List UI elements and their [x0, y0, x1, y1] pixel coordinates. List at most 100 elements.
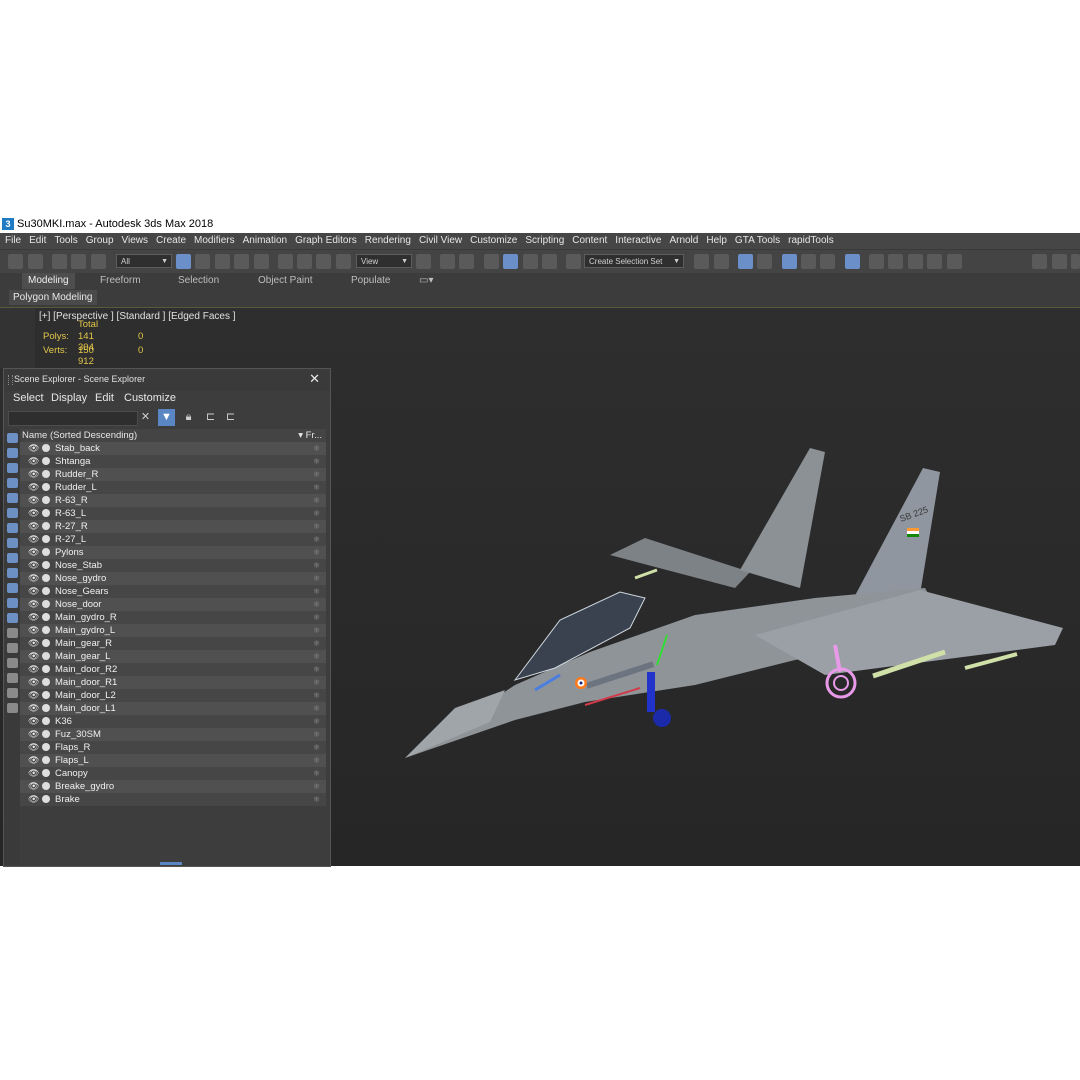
snowflake-icon[interactable]: ❄ — [313, 663, 320, 676]
list-item[interactable]: 👁︎ R-63_L ❄ — [20, 507, 326, 520]
snowflake-icon[interactable]: ❄ — [313, 598, 320, 611]
snowflake-icon[interactable]: ❄ — [313, 533, 320, 546]
list-item[interactable]: 👁︎ Rudder_R ❄ — [20, 468, 326, 481]
redo-icon[interactable] — [28, 254, 43, 269]
undo-icon[interactable] — [8, 254, 23, 269]
render-dot-icon[interactable] — [42, 782, 50, 790]
eye-icon[interactable]: 👁︎ — [28, 443, 39, 454]
list-item[interactable]: 👁︎ Shtanga ❄ — [20, 455, 326, 468]
rectangular-selection-icon[interactable] — [215, 254, 230, 269]
list-item[interactable]: 👁︎ Stab_back ❄ — [20, 442, 326, 455]
menu-gta-tools[interactable]: GTA Tools — [731, 233, 784, 249]
render-dot-icon[interactable] — [42, 587, 50, 595]
snowflake-icon[interactable]: ❄ — [313, 481, 320, 494]
menu-animation[interactable]: Animation — [239, 233, 291, 249]
render-production-icon[interactable] — [908, 254, 923, 269]
layers-icon[interactable]: ⊏ — [222, 409, 239, 426]
snowflake-icon[interactable]: ❄ — [313, 559, 320, 572]
list-item[interactable]: 👁︎ Nose_Stab ❄ — [20, 559, 326, 572]
snowflake-icon[interactable]: ❄ — [313, 546, 320, 559]
tab-object-paint[interactable]: Object Paint — [258, 273, 312, 289]
eye-icon[interactable]: 👁︎ — [28, 690, 39, 701]
list-item[interactable]: 👁︎ R-63_R ❄ — [20, 494, 326, 507]
display-containers-icon[interactable] — [7, 583, 18, 593]
render-dot-icon[interactable] — [42, 704, 50, 712]
named-selection-set-dropdown[interactable]: Create Selection Set ▼ — [584, 254, 684, 268]
list-item[interactable]: 👁︎ Fuz_30SM ❄ — [20, 728, 326, 741]
snowflake-icon[interactable]: ❄ — [313, 507, 320, 520]
snowflake-icon[interactable]: ❄ — [313, 689, 320, 702]
select-by-name-icon[interactable] — [195, 254, 210, 269]
column-frozen-header[interactable]: ▾ Fr... — [298, 430, 322, 441]
snowflake-icon[interactable]: ❄ — [313, 572, 320, 585]
angle-snap-icon[interactable] — [503, 254, 518, 269]
render-in-cloud-icon[interactable] — [947, 254, 962, 269]
scale-icon[interactable] — [316, 254, 331, 269]
sun-icon[interactable] — [1052, 254, 1067, 269]
list-item[interactable]: 👁︎ Nose_Gears ❄ — [20, 585, 326, 598]
render-dot-icon[interactable] — [42, 769, 50, 777]
snowflake-icon[interactable]: ❄ — [313, 728, 320, 741]
display-groups-icon[interactable] — [7, 538, 18, 548]
display-space-warps-icon[interactable] — [7, 523, 18, 533]
snowflake-icon[interactable]: ❄ — [313, 442, 320, 455]
lock-icon[interactable]: 🔒︎ — [180, 409, 197, 426]
menu-modifiers[interactable]: Modifiers — [190, 233, 239, 249]
snowflake-icon[interactable]: ❄ — [313, 637, 320, 650]
render-dot-icon[interactable] — [42, 483, 50, 491]
list-item[interactable]: 👁︎ K36 ❄ — [20, 715, 326, 728]
eye-icon[interactable]: 👁︎ — [28, 651, 39, 662]
menu-customize[interactable]: Customize — [466, 233, 521, 249]
place-icon[interactable] — [336, 254, 351, 269]
render-dot-icon[interactable] — [42, 561, 50, 569]
list-item[interactable]: 👁︎ Main_gydro_R ❄ — [20, 611, 326, 624]
nose-gear-wheel[interactable] — [653, 709, 671, 727]
menu-group[interactable]: Group — [82, 233, 118, 249]
align-icon[interactable] — [714, 254, 729, 269]
eye-icon[interactable]: 👁︎ — [28, 781, 39, 792]
eye-icon[interactable]: 👁︎ — [28, 755, 39, 766]
eye-icon[interactable]: 👁︎ — [28, 612, 39, 623]
render-dot-icon[interactable] — [42, 691, 50, 699]
display-xrefs-icon[interactable] — [7, 553, 18, 563]
overflow-icon[interactable] — [1071, 254, 1080, 269]
eye-icon[interactable]: 👁︎ — [28, 794, 39, 805]
menu-tools[interactable]: Tools — [50, 233, 81, 249]
tab-modeling[interactable]: Modeling — [22, 273, 75, 289]
eye-icon[interactable]: 👁︎ — [28, 508, 39, 519]
render-dot-icon[interactable] — [42, 743, 50, 751]
explorer-menu-select[interactable]: Select — [13, 392, 44, 404]
list-item[interactable]: 👁︎ Rudder_L ❄ — [20, 481, 326, 494]
missile-r73-right[interactable] — [964, 652, 1018, 670]
list-item[interactable]: 👁︎ Brake ❄ — [20, 793, 326, 806]
display-shapes-icon[interactable] — [7, 463, 18, 473]
eye-icon[interactable]: 👁︎ — [28, 742, 39, 753]
select-all-icon[interactable] — [7, 673, 18, 683]
render-dot-icon[interactable] — [42, 626, 50, 634]
eye-icon[interactable]: 👁︎ — [28, 469, 39, 480]
rotate-icon[interactable] — [297, 254, 312, 269]
keyboard-shortcut-override-icon[interactable] — [459, 254, 474, 269]
display-bones-icon[interactable] — [7, 568, 18, 578]
polygon-modeling-panel[interactable]: Polygon Modeling — [9, 290, 97, 305]
render-dot-icon[interactable] — [42, 795, 50, 803]
explorer-menu-customize[interactable]: Customize — [124, 392, 176, 404]
snowflake-icon[interactable]: ❄ — [313, 468, 320, 481]
list-item[interactable]: 👁︎ Canopy ❄ — [20, 767, 326, 780]
snowflake-icon[interactable]: ❄ — [313, 494, 320, 507]
display-influences-icon[interactable] — [7, 643, 18, 653]
render-dot-icon[interactable] — [42, 444, 50, 452]
list-item[interactable]: 👁︎ Breake_gydro ❄ — [20, 780, 326, 793]
list-item[interactable]: 👁︎ Flaps_R ❄ — [20, 741, 326, 754]
list-item[interactable]: 👁︎ Flaps_L ❄ — [20, 754, 326, 767]
eye-icon[interactable]: 👁︎ — [28, 482, 39, 493]
window-crossing-icon[interactable] — [234, 254, 249, 269]
snowflake-icon[interactable]: ❄ — [313, 455, 320, 468]
material-editor-icon[interactable] — [845, 254, 860, 269]
explorer-column-header[interactable]: Name (Sorted Descending) ▾ Fr... — [20, 429, 326, 442]
render-dot-icon[interactable] — [42, 639, 50, 647]
list-item[interactable]: 👁︎ Main_gear_R ❄ — [20, 637, 326, 650]
render-dot-icon[interactable] — [42, 548, 50, 556]
select-manipulate-icon[interactable] — [440, 254, 455, 269]
drag-handle-icon[interactable] — [8, 375, 13, 385]
